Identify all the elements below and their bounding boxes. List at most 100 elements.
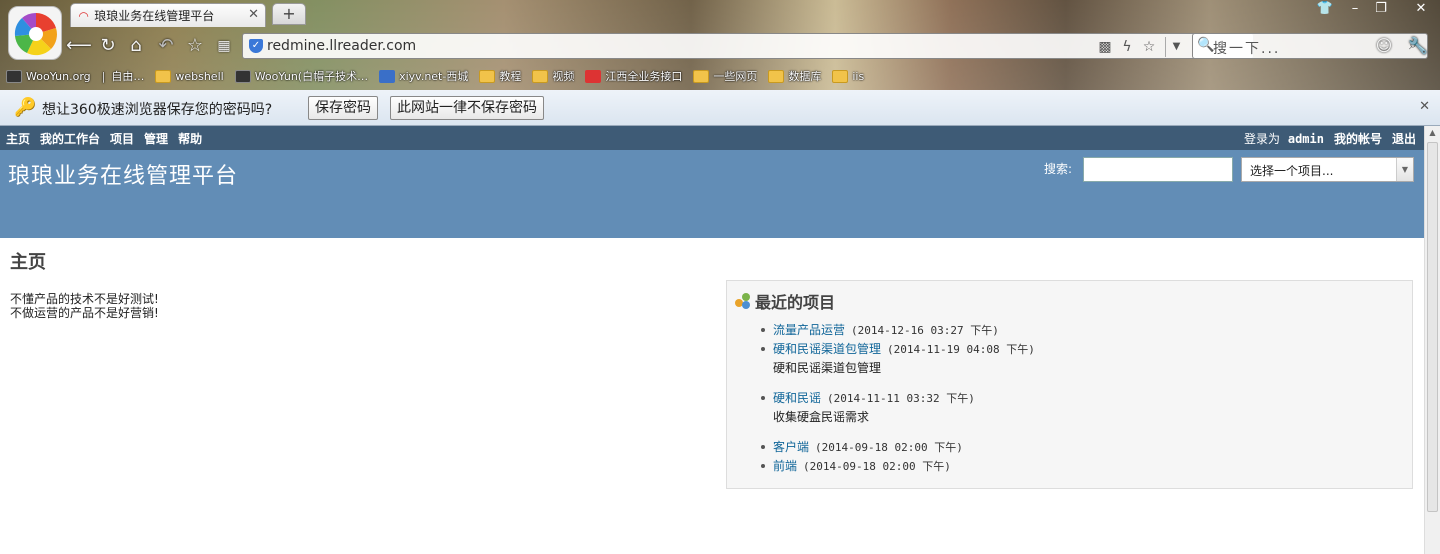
bookmarks-bar: WooYun.org | 自由… webshell WooYun(白帽子技术… …	[0, 64, 1440, 88]
menu-projects[interactable]: 项目	[110, 130, 134, 147]
search-label: 搜索:	[1044, 162, 1073, 176]
url-text: redmine.llreader.com	[267, 38, 417, 54]
bookmark-item[interactable]: WooYun.org	[6, 69, 91, 83]
never-save-password-button[interactable]: 此网站一律不保存密码	[390, 96, 544, 120]
bookmark-star-icon[interactable]: ☆	[1139, 37, 1159, 57]
project-list: 流量产品运营 (2014-12-16 03:27 下午) 硬和民谣渠道包管理 (20…	[761, 321, 1401, 476]
project-description: 收集硬盒民谣需求	[773, 410, 870, 424]
key-icon: 🔑	[14, 97, 37, 118]
bookmark-folder[interactable]: webshell	[155, 69, 224, 83]
my-account-link[interactable]: 我的帐号	[1334, 130, 1382, 147]
bookmark-item[interactable]: 自由…	[111, 68, 144, 84]
close-window-icon[interactable]: ✕	[1404, 0, 1438, 18]
qrcode-icon[interactable]: ▩	[1095, 37, 1115, 57]
redmine-favicon-icon: ◠	[79, 8, 89, 23]
folder-icon	[479, 69, 496, 83]
bookmark-folder[interactable]: 视频	[532, 68, 574, 84]
minimize-icon[interactable]: –	[1342, 0, 1368, 18]
latest-projects-title: 最近的项目	[735, 289, 835, 313]
browser-tab[interactable]: ◠ 琅琅业务在线管理平台 ✕	[70, 3, 266, 27]
undo-close-icon[interactable]: ↶	[154, 34, 178, 58]
project-time: (2014-12-16 03:27 下午)	[851, 324, 999, 337]
welcome-text: 不懂产品的技术不是好测试! 不做运营的产品不是好营销!	[10, 292, 159, 320]
navigation-bar: ⟵ ↻ ⌂ ↶ ☆ ▦ ✓ redmine.llreader.com ▩ ϟ ☆…	[66, 32, 1440, 60]
project-jump-select[interactable]: 选择一个项目... ▼	[1241, 157, 1414, 182]
back-icon[interactable]: ⟵	[66, 34, 92, 58]
list-item: 硬和民谣渠道包管理 (2014-11-19 04:08 下午) 硬和民谣渠道包管理	[761, 340, 1401, 377]
scroll-up-icon[interactable]: ▲	[1427, 128, 1438, 140]
favorite-icon[interactable]: ☆	[183, 34, 207, 58]
list-item: 流量产品运营 (2014-12-16 03:27 下午)	[761, 321, 1401, 340]
user-link[interactable]: admin	[1288, 132, 1324, 146]
browser-chrome: ◠ 琅琅业务在线管理平台 ✕ + 👕 – ❐ ✕ ⟵ ↻ ⌂ ↶ ☆ ▦ ✓ r…	[0, 0, 1440, 90]
menu-help[interactable]: 帮助	[178, 130, 202, 147]
project-time: (2014-11-11 03:32 下午)	[827, 392, 975, 405]
top-menu: 主页 我的工作台 项目 管理 帮助 登录为 admin 我的帐号 退出	[0, 126, 1424, 150]
bookmark-folder[interactable]: 教程	[479, 68, 521, 84]
quick-search-input[interactable]	[1083, 157, 1233, 182]
folder-icon	[693, 69, 710, 83]
password-save-bar: 🔑 想让360极速浏览器保存您的密码吗? 保存密码 此网站一律不保存密码 ✕	[0, 90, 1440, 126]
refresh-icon[interactable]: ↻	[96, 34, 120, 58]
latest-projects-box: 最近的项目 流量产品运营 (2014-12-16 03:27 下午) 硬和民谣渠道…	[726, 280, 1413, 489]
page-title: 主页	[10, 252, 46, 273]
logged-as-label: 登录为 admin	[1244, 132, 1324, 146]
page-scrollbar[interactable]: ▲	[1424, 126, 1440, 554]
folder-icon	[832, 69, 849, 83]
search-engine-icon[interactable]: 🔍	[1197, 37, 1214, 53]
address-bar[interactable]: ✓ redmine.llreader.com ▩ ϟ ☆ ▼	[242, 33, 1254, 59]
project-link[interactable]: 客户端	[773, 440, 809, 454]
password-question: 想让360极速浏览器保存您的密码吗?	[42, 102, 273, 118]
bookmark-separator: |	[101, 69, 106, 83]
home-icon[interactable]: ⌂	[124, 34, 148, 58]
bookmark-item[interactable]: xiyv.net-西城	[379, 68, 468, 84]
bookmark-folder[interactable]: 一些网页	[693, 68, 757, 84]
site-favicon-icon	[585, 69, 602, 83]
site-header: 琅琅业务在线管理平台 搜索: 选择一个项目... ▼	[0, 150, 1424, 238]
security-shield-icon: ✓	[249, 39, 263, 53]
user-account-icon[interactable]: ☺	[1372, 34, 1396, 58]
save-password-button[interactable]: 保存密码	[308, 96, 378, 120]
list-item: 前端 (2014-09-18 02:00 下午)	[761, 457, 1401, 476]
folder-icon	[155, 69, 172, 83]
tab-title: 琅琅业务在线管理平台	[94, 9, 215, 23]
apps-icon[interactable]: ▦	[212, 34, 236, 58]
url-dropdown-icon[interactable]: ▼	[1165, 37, 1187, 57]
bookmark-folder[interactable]: iis	[832, 69, 864, 83]
close-bar-icon[interactable]: ✕	[1419, 99, 1430, 114]
menu-home[interactable]: 主页	[6, 130, 30, 147]
wooyun-icon	[6, 69, 22, 83]
restore-icon[interactable]: ❐	[1368, 0, 1394, 18]
wooyun-icon	[234, 69, 251, 83]
menu-my-page[interactable]: 我的工作台	[40, 130, 100, 147]
project-time: (2014-11-19 04:08 下午)	[887, 343, 1035, 356]
settings-wrench-icon[interactable]: 🔧	[1406, 34, 1430, 58]
page-content: 主页 我的工作台 项目 管理 帮助 登录为 admin 我的帐号 退出 琅琅业务…	[0, 126, 1424, 554]
skin-icon[interactable]: 👕	[1312, 0, 1338, 18]
project-link[interactable]: 流量产品运营	[773, 323, 845, 337]
site-favicon-icon	[379, 69, 396, 83]
project-link[interactable]: 前端	[773, 459, 797, 473]
bookmark-item[interactable]: WooYun(白帽子技术…	[234, 68, 368, 84]
bookmark-folder[interactable]: 数据库	[768, 68, 821, 84]
bookmark-item[interactable]: 江西全业务接口	[585, 68, 682, 84]
project-time: (2014-09-18 02:00 下午)	[815, 441, 963, 454]
browser-logo-icon[interactable]	[8, 6, 62, 60]
list-item: 硬和民谣 (2014-11-11 03:32 下午) 收集硬盒民谣需求	[761, 389, 1401, 426]
search-placeholder: 搜一下...	[1213, 41, 1281, 57]
menu-administration[interactable]: 管理	[144, 130, 168, 147]
project-link[interactable]: 硬和民谣渠道包管理	[773, 342, 881, 356]
new-tab-button[interactable]: +	[272, 3, 306, 25]
folder-icon	[768, 69, 785, 83]
site-title: 琅琅业务在线管理平台	[8, 164, 239, 189]
scrollbar-thumb[interactable]	[1427, 142, 1438, 512]
list-item: 客户端 (2014-09-18 02:00 下午)	[761, 438, 1401, 457]
project-link[interactable]: 硬和民谣	[773, 391, 821, 405]
project-time: (2014-09-18 02:00 下午)	[803, 460, 951, 473]
logout-link[interactable]: 退出	[1392, 130, 1416, 147]
chevron-down-icon: ▼	[1396, 158, 1413, 181]
tab-close-icon[interactable]: ✕	[248, 7, 259, 22]
speed-mode-icon[interactable]: ϟ	[1117, 37, 1137, 57]
project-description: 硬和民谣渠道包管理	[773, 361, 882, 375]
folder-icon	[532, 69, 549, 83]
